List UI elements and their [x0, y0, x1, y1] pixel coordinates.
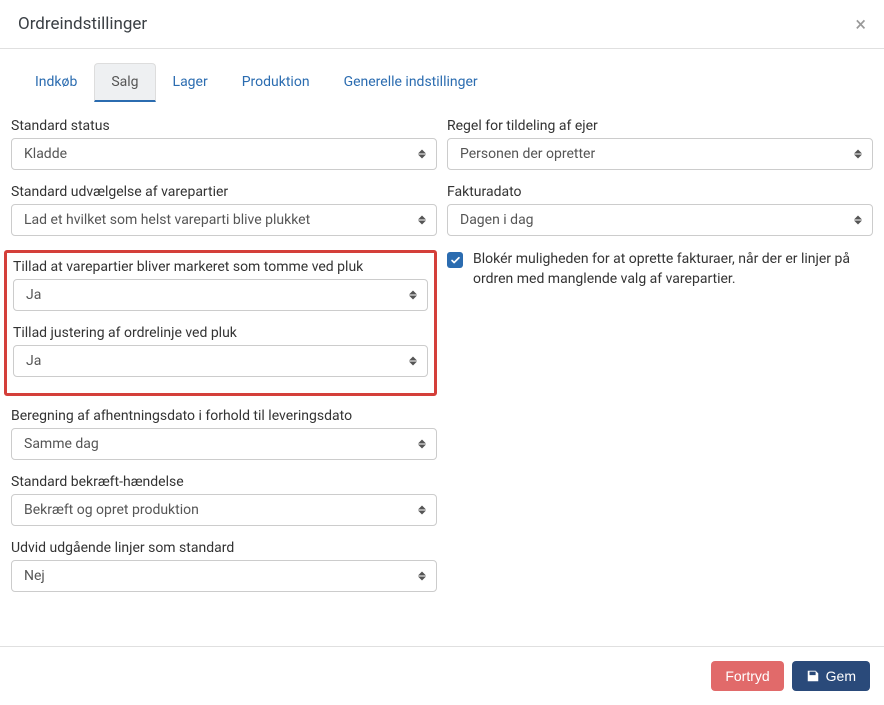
select-pickup-calc[interactable]: Samme dag	[11, 428, 437, 460]
chevron-updown-icon	[854, 150, 862, 159]
right-column: Regel for tildeling af ejer Personen der…	[447, 118, 873, 606]
label-batch-selection: Standard udvælgelse af varepartier	[11, 184, 437, 200]
label-status: Standard status	[11, 118, 437, 134]
field-confirm-event: Standard bekræft-hændelse Bekræft og opr…	[11, 474, 437, 526]
select-owner-rule[interactable]: Personen der opretter	[447, 138, 873, 170]
chevron-updown-icon	[418, 506, 426, 515]
label-expand-lines: Udvid udgående linjer som standard	[11, 540, 437, 556]
select-allow-adjust-value: Ja	[26, 353, 41, 369]
modal-footer: Fortryd Gem	[0, 646, 884, 705]
chevron-updown-icon	[409, 291, 417, 300]
check-icon	[450, 255, 461, 266]
label-allow-adjust: Tillad justering af ordrelinje ved pluk	[13, 325, 428, 341]
label-confirm-event: Standard bekræft-hændelse	[11, 474, 437, 490]
label-allow-empty: Tillad at varepartier bliver markeret so…	[13, 259, 428, 275]
select-expand-lines[interactable]: Nej	[11, 560, 437, 592]
select-confirm-event[interactable]: Bekræft og opret produktion	[11, 494, 437, 526]
cancel-button[interactable]: Fortryd	[711, 661, 783, 691]
select-batch-selection-value: Lad et hvilket som helst vareparti blive…	[24, 212, 310, 228]
save-button-label: Gem	[826, 668, 856, 684]
modal-header: Ordreindstillinger ×	[0, 0, 884, 49]
field-batch-selection: Standard udvælgelse af varepartier Lad e…	[11, 184, 437, 236]
chevron-updown-icon	[418, 216, 426, 225]
cancel-button-label: Fortryd	[725, 668, 769, 684]
label-invoice-date: Fakturadato	[447, 184, 873, 200]
select-expand-lines-value: Nej	[24, 568, 45, 584]
chevron-updown-icon	[418, 572, 426, 581]
field-status: Standard status Kladde	[11, 118, 437, 170]
field-block-invoice: Blokér muligheden for at oprette faktura…	[447, 250, 873, 289]
select-batch-selection[interactable]: Lad et hvilket som helst vareparti blive…	[11, 204, 437, 236]
select-pickup-calc-value: Samme dag	[24, 436, 99, 452]
field-expand-lines: Udvid udgående linjer som standard Nej	[11, 540, 437, 592]
select-owner-rule-value: Personen der opretter	[460, 146, 595, 162]
tab-indkob[interactable]: Indkøb	[18, 63, 94, 102]
chevron-updown-icon	[418, 440, 426, 449]
select-allow-empty-value: Ja	[26, 287, 41, 303]
chevron-updown-icon	[409, 357, 417, 366]
label-owner-rule: Regel for tildeling af ejer	[447, 118, 873, 134]
field-allow-empty: Tillad at varepartier bliver markeret so…	[13, 259, 428, 311]
tabs: Indkøb Salg Lager Produktion Generelle i…	[0, 63, 884, 102]
save-icon	[806, 669, 820, 683]
field-pickup-calc: Beregning af afhentningsdato i forhold t…	[11, 408, 437, 460]
select-confirm-event-value: Bekræft og opret produktion	[24, 502, 199, 518]
tab-salg[interactable]: Salg	[94, 63, 155, 102]
field-allow-adjust: Tillad justering af ordrelinje ved pluk …	[13, 325, 428, 377]
content: Standard status Kladde Standard udvælgel…	[0, 102, 884, 646]
select-status-value: Kladde	[24, 146, 67, 162]
highlight-box: Tillad at varepartier bliver markeret so…	[4, 250, 437, 396]
field-owner-rule: Regel for tildeling af ejer Personen der…	[447, 118, 873, 170]
modal-title: Ordreindstillinger	[18, 14, 147, 34]
label-pickup-calc: Beregning af afhentningsdato i forhold t…	[11, 408, 437, 424]
left-column: Standard status Kladde Standard udvælgel…	[11, 118, 437, 606]
select-status[interactable]: Kladde	[11, 138, 437, 170]
tab-produktion[interactable]: Produktion	[225, 63, 327, 102]
chevron-updown-icon	[854, 216, 862, 225]
save-button[interactable]: Gem	[792, 661, 870, 691]
select-allow-adjust[interactable]: Ja	[13, 345, 428, 377]
close-icon[interactable]: ×	[855, 14, 866, 34]
select-allow-empty[interactable]: Ja	[13, 279, 428, 311]
select-invoice-date[interactable]: Dagen i dag	[447, 204, 873, 236]
tab-lager[interactable]: Lager	[156, 63, 225, 102]
checkbox-block-invoice[interactable]	[447, 252, 463, 268]
select-invoice-date-value: Dagen i dag	[460, 212, 534, 228]
tab-generelle[interactable]: Generelle indstillinger	[327, 63, 495, 102]
chevron-updown-icon	[418, 150, 426, 159]
field-invoice-date: Fakturadato Dagen i dag	[447, 184, 873, 236]
label-block-invoice: Blokér muligheden for at oprette faktura…	[473, 250, 873, 289]
